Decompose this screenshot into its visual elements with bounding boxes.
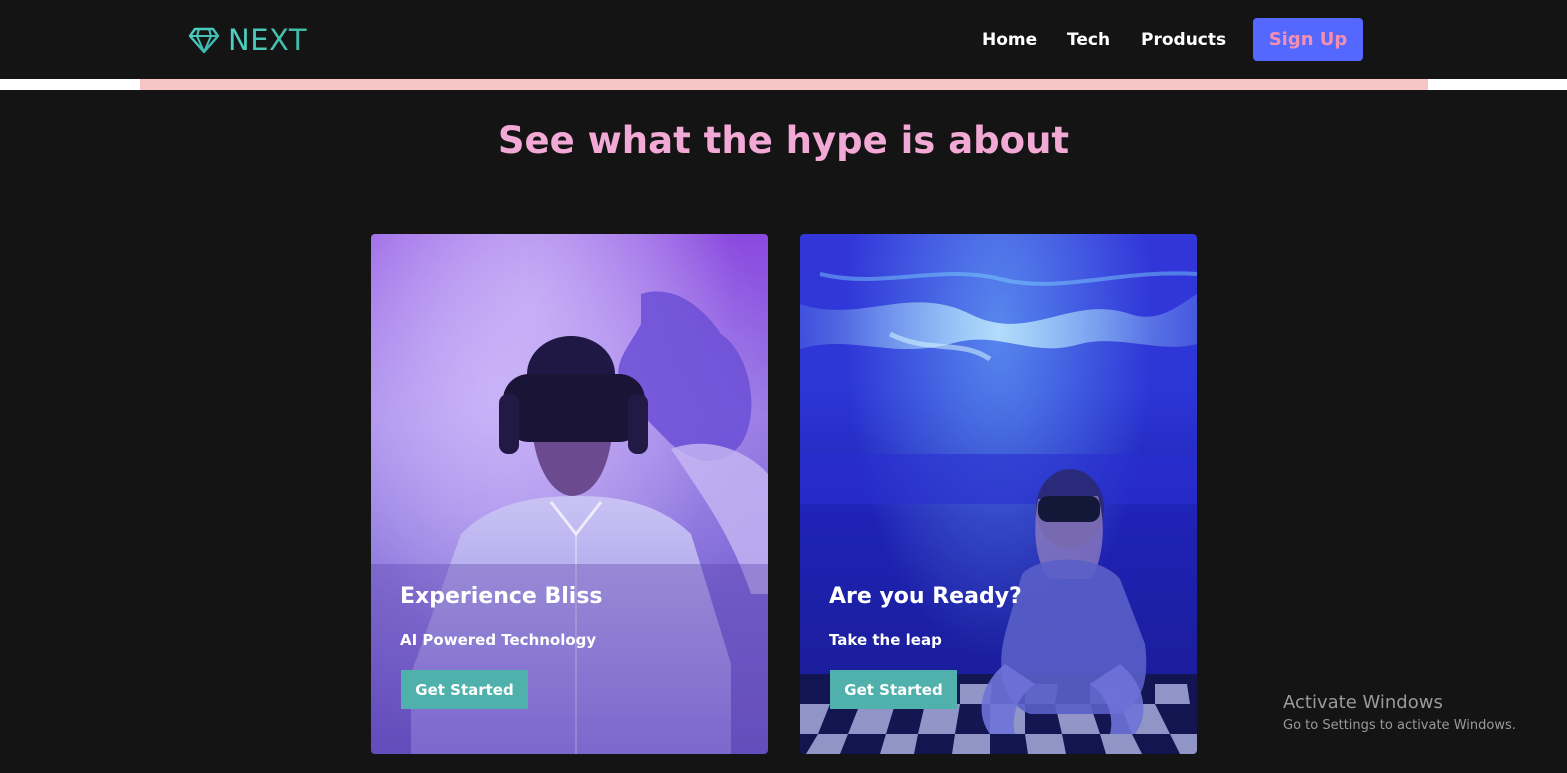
nav-link-products[interactable]: Products (1141, 29, 1226, 51)
brand-name: NEXT (228, 23, 308, 57)
hero-title: See what the hype is about (497, 118, 1070, 162)
watermark-title: Activate Windows (1283, 692, 1443, 713)
card-heading: Are you Ready? (829, 584, 1022, 609)
activate-windows-watermark: Activate Windows Go to Settings to activ… (1283, 692, 1516, 735)
sign-up-button[interactable]: Sign Up (1253, 18, 1363, 61)
get-started-button[interactable]: Get Started (830, 670, 957, 709)
get-started-button[interactable]: Get Started (401, 670, 528, 709)
watermark-subtitle: Go to Settings to activate Windows. (1283, 718, 1516, 733)
brand-logo[interactable]: NEXT (188, 22, 307, 58)
card-heading: Experience Bliss (400, 584, 603, 609)
nav-link-tech[interactable]: Tech (1067, 29, 1110, 51)
divider-accent-bar (140, 79, 1428, 90)
feature-card-experience-bliss: Experience Bliss AI Powered Technology G… (371, 234, 768, 754)
nav-link-home[interactable]: Home (982, 29, 1037, 51)
feature-card-are-you-ready: Are you Ready? Take the leap Get Started (800, 234, 1197, 754)
card-subtitle: Take the leap (829, 631, 942, 649)
top-navbar: NEXT Home Tech Products Sign Up (0, 0, 1567, 79)
diamond-icon (188, 27, 220, 54)
card-subtitle: AI Powered Technology (400, 631, 597, 649)
